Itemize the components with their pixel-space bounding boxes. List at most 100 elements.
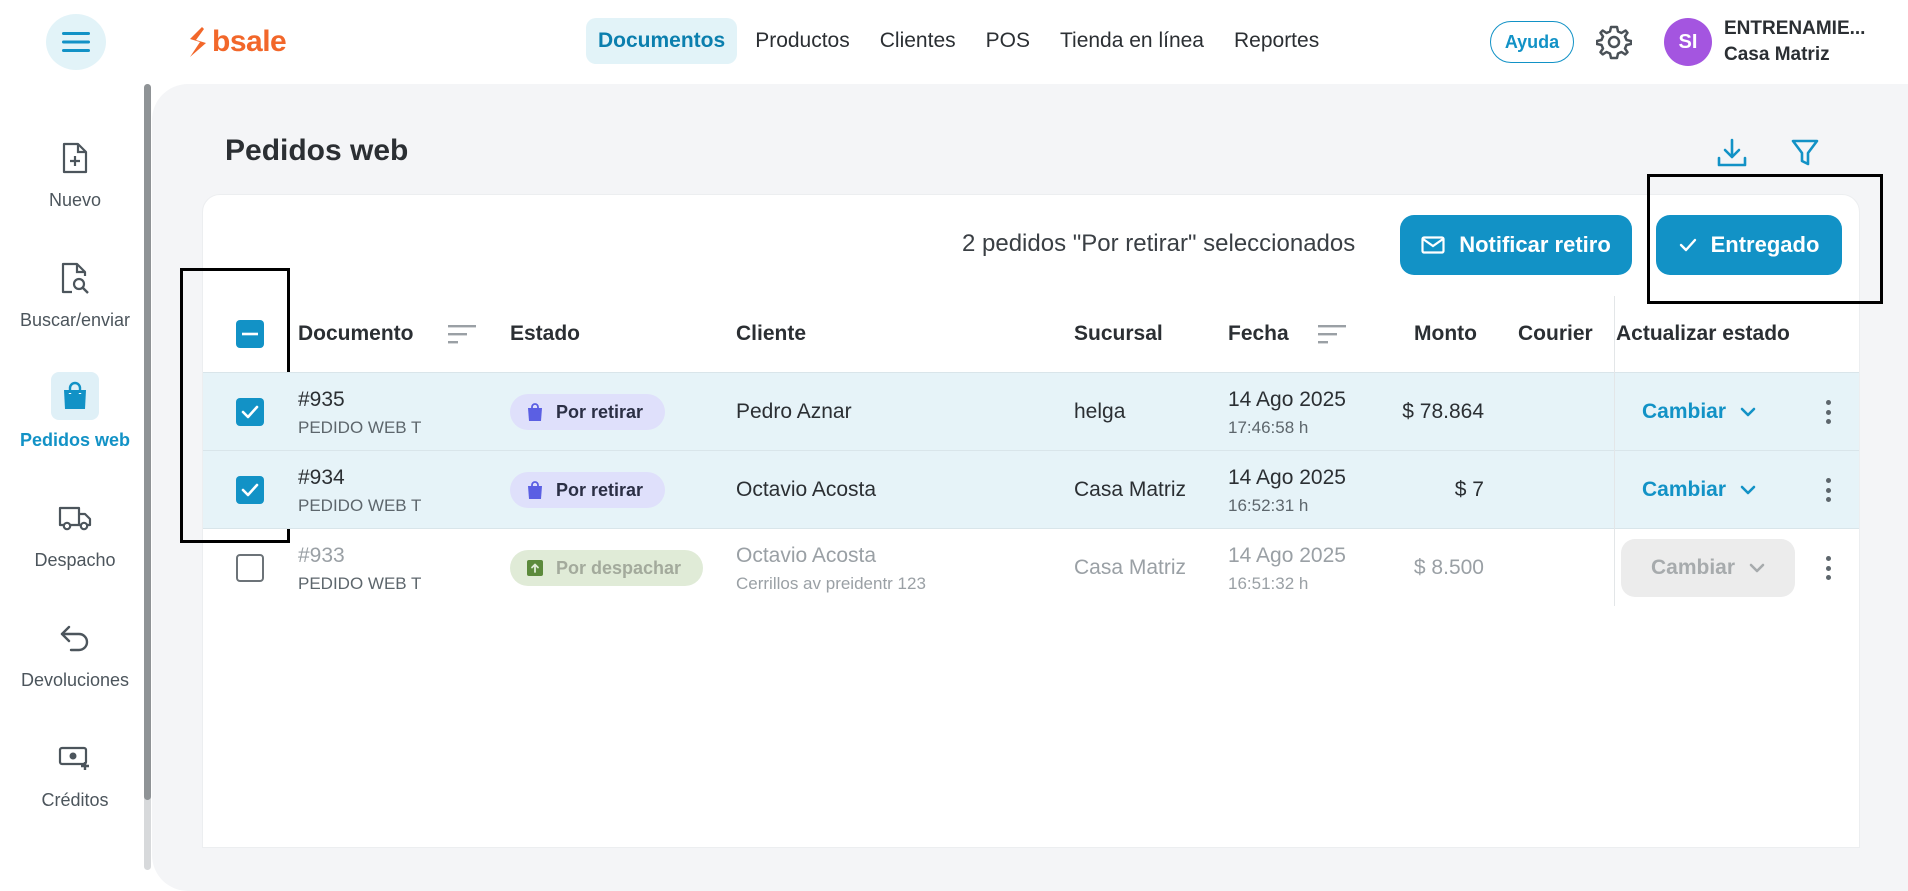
nav-reportes[interactable]: Reportes	[1222, 18, 1331, 64]
avatar[interactable]: SI	[1664, 18, 1712, 66]
sidebar-label: Devoluciones	[20, 670, 130, 690]
doc-type: PEDIDO WEB T	[298, 574, 422, 593]
change-label: Cambiar	[1642, 400, 1727, 423]
table-row[interactable]	[203, 451, 1859, 529]
amount-cell: $ 7	[1454, 478, 1484, 501]
sidebar-item-pedidos-web[interactable]: Pedidos web	[0, 372, 150, 451]
row-more-menu-icon[interactable]	[1818, 475, 1838, 505]
doc-type: PEDIDO WEB T	[298, 418, 422, 437]
sidebar-item-buscar-enviar[interactable]: Buscar/enviar	[0, 256, 150, 331]
nav-productos[interactable]: Productos	[743, 18, 862, 64]
date-cell: 14 Ago 2025	[1228, 544, 1346, 567]
header-courier: Courier	[1518, 322, 1593, 345]
row-checkbox[interactable]	[236, 476, 264, 504]
branch-cell: Casa Matriz	[1074, 556, 1187, 579]
notify-pickup-label: Notificar retiro	[1459, 232, 1611, 257]
doc-type: PEDIDO WEB T	[298, 496, 422, 515]
sidebar-item-nuevo[interactable]: Nuevo	[0, 136, 150, 211]
change-status-dropdown[interactable]: Cambiar	[1642, 478, 1756, 502]
header-actualizar-estado: Actualizar estado	[1616, 322, 1790, 345]
sidebar-item-creditos[interactable]: Créditos	[0, 736, 150, 811]
status-label: Por retirar	[556, 401, 644, 422]
help-button[interactable]: Ayuda	[1490, 21, 1574, 63]
table-row[interactable]	[203, 529, 1859, 607]
status-label: Por retirar	[556, 479, 644, 500]
sidebar-label: Pedidos web	[19, 430, 131, 450]
logo-mark-icon	[190, 27, 206, 57]
file-plus-icon	[53, 136, 97, 180]
header-documento[interactable]: Documento	[298, 322, 414, 346]
branch-cell: Casa Matriz	[1074, 478, 1187, 501]
column-divider	[1614, 296, 1615, 606]
row-checkbox[interactable]	[236, 398, 264, 426]
sidebar-label: Nuevo	[48, 190, 102, 210]
truck-icon	[53, 496, 97, 540]
menu-button[interactable]	[46, 14, 106, 70]
page-title: Pedidos web	[225, 134, 409, 167]
change-status-dropdown[interactable]: Cambiar	[1621, 539, 1795, 597]
sidebar-item-devoluciones[interactable]: Devoluciones	[0, 616, 150, 691]
nav-pos[interactable]: POS	[974, 18, 1042, 64]
nav-tienda-en-linea[interactable]: Tienda en línea	[1048, 18, 1216, 64]
amount-cell: $ 8.500	[1413, 556, 1484, 579]
client-name: Pedro Aznar	[736, 400, 852, 423]
nav-clientes[interactable]: Clientes	[868, 18, 968, 64]
row-more-menu-icon[interactable]	[1818, 553, 1838, 583]
time-cell: 17:46:58 h	[1228, 418, 1309, 437]
filter-icon[interactable]	[1790, 138, 1820, 168]
chevron-down-icon	[1740, 407, 1756, 417]
select-all-checkbox[interactable]	[236, 320, 264, 348]
shopping-bag-icon	[51, 372, 99, 420]
minus-icon	[242, 332, 258, 336]
selection-summary: 2 pedidos "Por retirar" seleccionados	[962, 230, 1356, 257]
header-estado: Estado	[510, 322, 581, 345]
header-sucursal: Sucursal	[1074, 322, 1163, 345]
row-checkbox[interactable]	[236, 554, 264, 582]
highlight-box-delivered	[1647, 174, 1883, 304]
return-arrow-icon	[53, 616, 97, 660]
hamburger-icon	[62, 32, 90, 52]
header-cliente: Cliente	[736, 322, 807, 345]
bsale-logo[interactable]: bsale	[186, 24, 287, 60]
status-badge: Por despachar	[510, 550, 704, 586]
amount-cell: $ 78.864	[1402, 400, 1484, 423]
check-icon	[241, 405, 259, 419]
nav-documentos[interactable]: Documentos	[586, 18, 738, 64]
branch-name[interactable]: Casa Matriz	[1724, 44, 1830, 66]
table-row[interactable]	[203, 373, 1859, 451]
sidebar-label: Créditos	[41, 790, 109, 810]
logo-text: bsale	[212, 25, 287, 58]
client-name: Octavio Acosta	[736, 544, 877, 567]
change-label: Cambiar	[1642, 478, 1727, 501]
time-cell: 16:52:31 h	[1228, 496, 1309, 515]
status-label: Por despachar	[556, 557, 682, 578]
notify-pickup-button[interactable]: Notificar retiro	[1400, 215, 1632, 275]
sort-icon[interactable]	[1318, 324, 1346, 344]
change-label: Cambiar	[1650, 556, 1736, 579]
account-name[interactable]: ENTRENAMIE...	[1724, 18, 1865, 40]
sidebar-scroll-thumb[interactable]	[144, 84, 151, 800]
doc-number[interactable]: #933	[298, 544, 345, 568]
sort-icon[interactable]	[448, 324, 476, 344]
doc-number[interactable]: #934	[298, 466, 345, 490]
sidebar-item-despacho[interactable]: Despacho	[0, 496, 150, 571]
header-fecha[interactable]: Fecha	[1228, 322, 1289, 346]
box-icon	[527, 560, 543, 576]
row-more-menu-icon[interactable]	[1818, 397, 1838, 427]
status-badge: Por retirar	[510, 472, 666, 508]
header-monto: Monto	[1414, 322, 1477, 345]
client-address: Cerrillos av preidentr 123	[736, 574, 926, 593]
mail-icon	[1421, 236, 1445, 254]
client-name: Octavio Acosta	[736, 478, 877, 501]
sidebar-label: Despacho	[34, 550, 116, 570]
chevron-down-icon	[1749, 563, 1765, 573]
download-icon[interactable]	[1716, 138, 1748, 168]
cash-icon	[53, 736, 97, 780]
gear-icon[interactable]	[1596, 24, 1632, 60]
doc-number[interactable]: #935	[298, 388, 345, 412]
status-badge: Por retirar	[510, 394, 666, 430]
change-status-dropdown[interactable]: Cambiar	[1642, 400, 1756, 424]
main-nav: Documentos Productos Clientes POS Tienda…	[586, 18, 1331, 64]
file-search-icon	[53, 256, 97, 300]
shopping-bag-icon	[528, 403, 542, 421]
